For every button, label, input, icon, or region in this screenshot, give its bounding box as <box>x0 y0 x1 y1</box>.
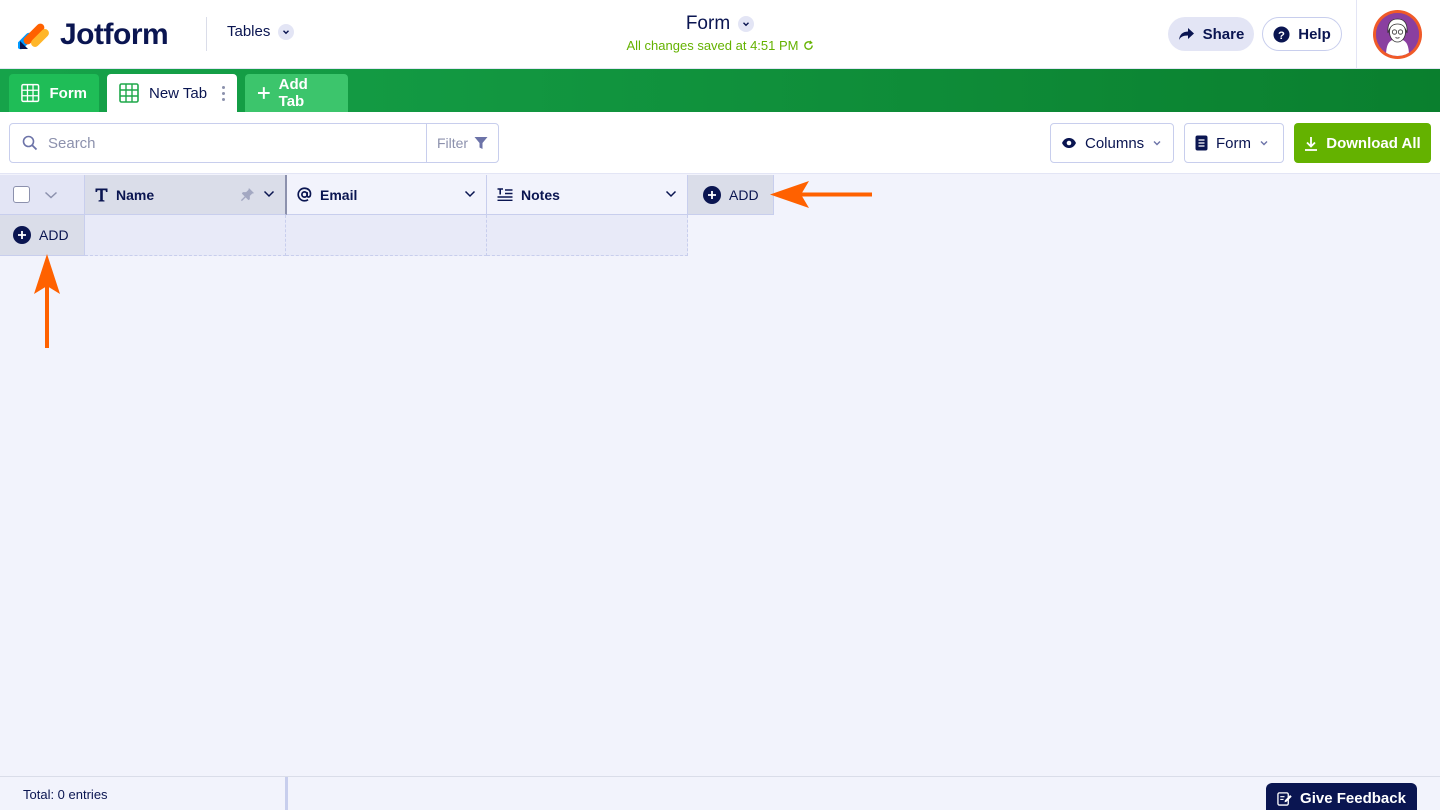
chevron-down-icon <box>278 23 295 40</box>
filter-button[interactable]: Filter <box>426 123 499 163</box>
column-header-name[interactable]: Name <box>85 175 287 215</box>
entries-count: Total: 0 entries <box>23 787 108 802</box>
table-grid-icon <box>21 83 40 103</box>
columns-button[interactable]: Columns <box>1050 123 1174 163</box>
give-feedback-button[interactable]: Give Feedback <box>1266 783 1417 810</box>
select-all-cell <box>0 175 85 215</box>
chevron-down-icon <box>1260 141 1268 146</box>
download-all-button[interactable]: Download All <box>1294 123 1431 163</box>
search-input[interactable] <box>48 134 388 152</box>
empty-cell-name[interactable] <box>85 215 286 256</box>
empty-cell-notes[interactable] <box>487 215 688 256</box>
tab-new-tab[interactable]: New Tab <box>107 74 237 112</box>
share-label: Share <box>1202 25 1245 43</box>
form-title: Form <box>685 13 731 34</box>
logo-text: Jotform <box>60 18 169 51</box>
add-tab-button[interactable]: Add Tab <box>245 74 348 112</box>
column-label: Notes <box>521 186 560 203</box>
tab-label: New Tab <box>149 84 208 102</box>
eye-icon <box>1062 138 1076 148</box>
app-switcher-label: Tables <box>227 23 271 40</box>
footer: Total: 0 entries Give Feedback <box>0 776 1440 810</box>
search-icon <box>22 135 38 151</box>
share-button[interactable]: Share <box>1168 17 1254 51</box>
refresh-icon <box>803 40 813 50</box>
tab-label: Form <box>49 84 88 102</box>
view-source-label: Form <box>1216 134 1251 152</box>
chevron-down-icon[interactable] <box>263 189 275 199</box>
tab-bar: Form New Tab Add Tab <box>0 69 1440 112</box>
avatar[interactable] <box>1373 10 1422 59</box>
add-row-label: ADD <box>39 227 69 243</box>
columns-label: Columns <box>1085 134 1145 152</box>
long-text-icon <box>497 188 513 201</box>
filter-funnel-icon <box>474 137 488 149</box>
help-circle-icon: ? <box>1273 25 1290 43</box>
plus-circle-icon <box>13 226 31 244</box>
chevron-down-icon[interactable] <box>44 190 58 200</box>
form-document-icon <box>1195 135 1208 151</box>
toolbar: Filter Columns Form Download All <box>0 112 1440 174</box>
help-label: Help <box>1298 25 1331 43</box>
download-icon <box>1305 136 1318 151</box>
table-grid-icon <box>119 83 139 103</box>
footer-resize-handle[interactable] <box>285 777 288 810</box>
user-avatar-icon <box>1376 13 1419 56</box>
at-sign-icon <box>297 187 312 202</box>
annotation-arrow-up <box>34 254 60 348</box>
chevron-down-icon <box>1153 141 1161 146</box>
give-feedback-label: Give Feedback <box>1300 789 1406 807</box>
more-vertical-icon[interactable] <box>222 86 225 101</box>
select-all-checkbox[interactable] <box>13 186 30 203</box>
jotform-logo[interactable]: Jotform <box>18 18 169 52</box>
filter-label: Filter <box>436 135 469 151</box>
jotform-logo-icon <box>18 23 49 50</box>
view-source-button[interactable]: Form <box>1184 123 1284 163</box>
header-divider <box>1356 0 1357 69</box>
plus-icon <box>257 87 270 99</box>
help-button[interactable]: ? Help <box>1262 17 1342 51</box>
column-header-email[interactable]: Email <box>287 175 487 215</box>
tab-form[interactable]: Form <box>9 74 99 112</box>
text-type-icon <box>95 188 108 201</box>
form-title-area: Form All changes saved at 4:51 PM <box>560 13 880 53</box>
chevron-down-icon <box>738 16 755 32</box>
svg-text:?: ? <box>1278 29 1285 41</box>
download-all-label: Download All <box>1326 134 1421 152</box>
save-status: All changes saved at 4:51 PM <box>560 38 880 53</box>
add-column-button[interactable]: ADD <box>688 175 774 215</box>
save-status-text: All changes saved at 4:51 PM <box>626 38 799 53</box>
column-header-notes[interactable]: Notes <box>487 175 688 215</box>
column-label: Name <box>116 186 155 203</box>
chevron-down-icon[interactable] <box>665 189 677 199</box>
chevron-down-icon[interactable] <box>464 189 476 199</box>
header-divider <box>206 17 207 51</box>
annotation-arrow-left <box>770 181 872 208</box>
app-switcher-button[interactable]: Tables <box>227 23 295 40</box>
empty-cell-email[interactable] <box>286 215 487 256</box>
app-header: Jotform Tables Form All changes saved at… <box>0 0 1440 69</box>
search-box <box>9 123 427 163</box>
add-column-label: ADD <box>729 186 759 203</box>
feedback-edit-icon <box>1277 791 1292 806</box>
new-row: ADD <box>0 215 688 256</box>
add-tab-label: Add Tab <box>278 76 308 110</box>
table-header-row: Name Email Notes ADD <box>0 175 774 215</box>
plus-circle-icon <box>703 185 721 204</box>
pin-icon[interactable] <box>240 187 255 202</box>
share-arrow-icon <box>1178 28 1194 40</box>
form-title-button[interactable]: Form <box>685 13 755 35</box>
column-label: Email <box>320 186 358 203</box>
